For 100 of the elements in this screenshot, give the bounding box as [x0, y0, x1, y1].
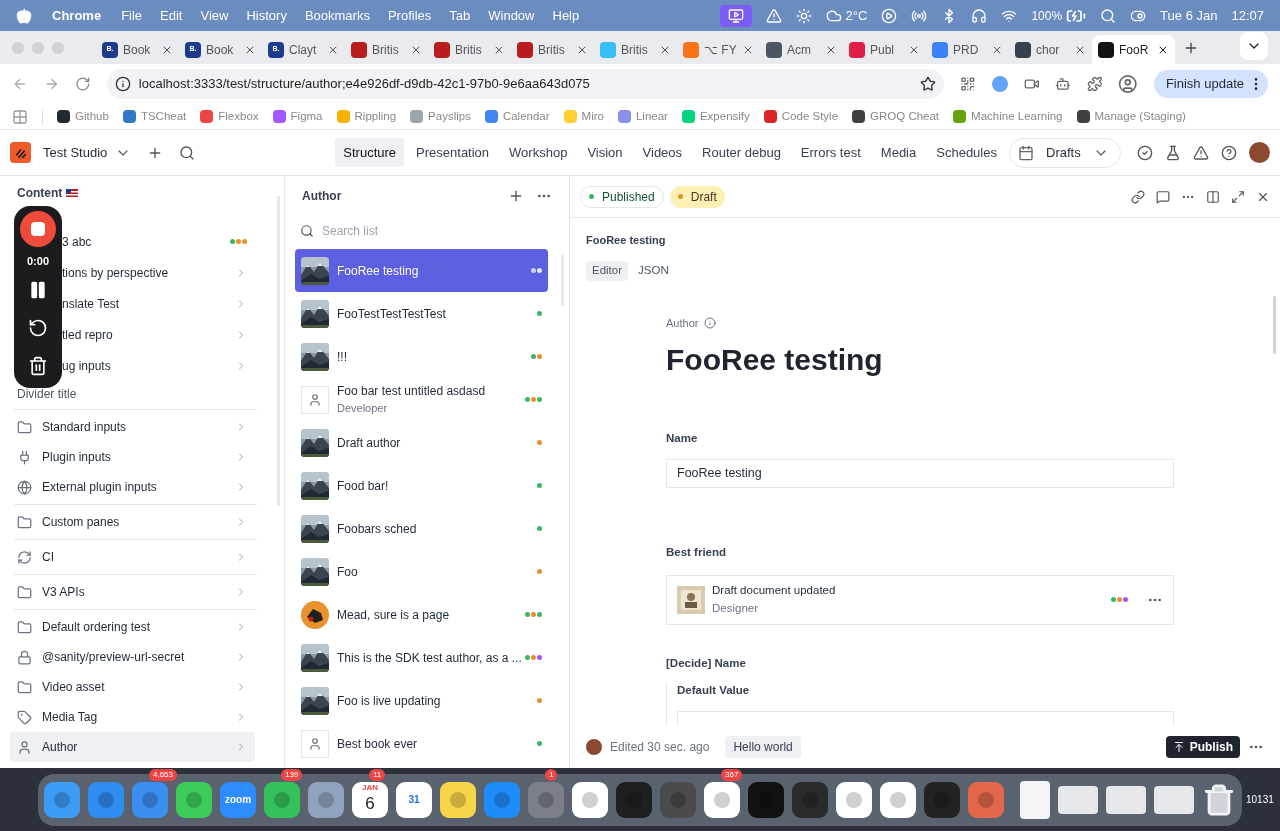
sidebar-item[interactable]: tions by perspective [62, 257, 255, 288]
list-item[interactable]: Mead, sure is a page [295, 593, 548, 636]
item-title: Foobars sched [337, 520, 418, 538]
browser-tab[interactable]: Britis [345, 35, 428, 64]
view-tab[interactable]: Editor [586, 260, 629, 281]
bookmark[interactable]: Manage (Staging) [1076, 107, 1186, 126]
browser-tab[interactable]: PRD [926, 35, 1009, 64]
bookmark[interactable]: Machine Learning [953, 107, 1063, 126]
sidebar-item[interactable]: V3 APIs [10, 577, 255, 607]
item-title: Foo bar test untitled asdasd [337, 383, 487, 401]
list-item[interactable]: Foo is live updating [295, 679, 548, 722]
bookmark[interactable]: Expensify [681, 107, 750, 126]
tab-title: Clayt [289, 41, 317, 59]
list-item[interactable]: Foo [295, 550, 548, 593]
address-bar[interactable]: localhost:3333/test/structure/author;e4e926df-d9db-42c1-97b0-9e6aa643d075 [106, 69, 945, 99]
sidebar-item[interactable]: Video asset [10, 672, 255, 702]
sidebar-item[interactable]: Default ordering test [10, 612, 255, 642]
sidebar-item[interactable]: 3 abc [62, 226, 255, 257]
nav-tab[interactable]: Schedules [928, 137, 1005, 168]
list-item[interactable]: Best book ever [295, 722, 548, 765]
bookmark[interactable]: TSCheat [122, 107, 187, 126]
divider-title: Divider title [16, 386, 78, 403]
nav-tab[interactable]: Errors test [792, 137, 869, 168]
tab-title: Book [123, 41, 151, 59]
bookmark-label: Payslips [428, 108, 471, 124]
sidebar-item[interactable]: Plugin inputs [10, 442, 255, 472]
bookmark[interactable]: GROQ Cheat [852, 107, 940, 126]
notification-badge: 1 [545, 768, 558, 781]
workspace-menu[interactable]: Test Studio [43, 142, 132, 163]
tab-title: ⌥ FY [704, 41, 737, 59]
field-label: Name [666, 431, 699, 446]
sidebar-item[interactable]: External plugin inputs [10, 472, 255, 502]
list-item[interactable]: Foobars sched [295, 507, 548, 550]
tab-title: Britis [621, 41, 648, 59]
list-item[interactable]: FooRee testing [295, 249, 548, 292]
tab-title: chor [1036, 41, 1060, 59]
browser-tab[interactable]: chor [1009, 35, 1092, 64]
document-type: Author [666, 315, 699, 331]
sidebar-item[interactable]: Author [10, 732, 255, 762]
sidebar-item[interactable]: tled repro [62, 319, 255, 350]
bookmark-label: Machine Learning [971, 108, 1063, 124]
browser-tab[interactable]: Acm [760, 35, 843, 64]
finish-update-button[interactable]: Finish update [1153, 70, 1268, 98]
view-tab[interactable]: JSON [632, 260, 675, 281]
browser-tab[interactable]: Britis [594, 35, 677, 64]
item-title: Draft author [337, 434, 402, 452]
nav-tab[interactable]: Media [872, 137, 925, 168]
sidebar-item[interactable]: nslate Test [62, 288, 255, 319]
sidebar-item[interactable]: Custom panes [10, 507, 255, 537]
nav-tab[interactable]: Structure [335, 137, 405, 168]
browser-tab[interactable]: Publ [843, 35, 926, 64]
search-input[interactable]: Search list [322, 222, 554, 240]
bookmark[interactable]: Miro [563, 107, 604, 126]
bookmark[interactable]: Figma [272, 107, 323, 126]
bookmark[interactable]: Linear [617, 107, 668, 126]
list-item[interactable]: Food bar! [295, 464, 548, 507]
list-item[interactable]: FooTestTestTestTest [295, 292, 548, 335]
sidebar-item[interactable]: CI [10, 542, 255, 572]
list-item[interactable]: Foo bar test untitled asdasd Developer [295, 378, 548, 421]
nav-tab[interactable]: Workshop [501, 137, 576, 168]
bookmark[interactable]: Rippling [336, 107, 397, 126]
browser-tab[interactable]: FooR [1092, 35, 1175, 64]
url-text: localhost:3333/test/structure/author;e4e926df-d9db-42c1-97b0-9e6aa643d075 [138, 75, 591, 94]
bookmark[interactable]: Calendar [484, 107, 550, 126]
browser-tab[interactable]: Britis [511, 35, 594, 64]
text-field[interactable]: FooRee testing [666, 459, 1174, 489]
bookmark[interactable]: Code Style [763, 107, 839, 126]
list-item[interactable]: !!! [295, 335, 548, 378]
nav-tab[interactable]: Router debug [694, 137, 789, 168]
item-title: Mead, sure is a page [337, 606, 451, 624]
calendar-app[interactable]: JAN 6 [352, 781, 388, 818]
version-chip[interactable]: Draft [669, 185, 725, 208]
sidebar-item[interactable]: Media Tag [10, 702, 255, 732]
sidebar-item[interactable]: ug inputs [62, 350, 255, 381]
recording-timer: 0:00 [27, 254, 49, 269]
reference-card[interactable]: Draft document updated Designer [666, 574, 1174, 625]
field-label: Default Value [677, 682, 751, 698]
browser-tab[interactable]: ⌥ FY [677, 35, 760, 64]
list-item[interactable]: Draft author [295, 421, 548, 464]
item-title: Foo is live updating [337, 692, 442, 710]
notification-badge: 11 [369, 768, 386, 781]
publish-button[interactable]: Publish [1165, 736, 1240, 758]
reference-subtitle: Designer [712, 600, 760, 616]
release-tag[interactable]: Hello world [725, 736, 801, 758]
tab-title: Acm [787, 41, 811, 59]
document-heading: FooRee testing [666, 342, 884, 378]
nav-tab[interactable]: Presentation [408, 137, 498, 168]
bookmark-label: TSCheat [140, 108, 187, 124]
bookmark[interactable]: Flexbox [200, 107, 259, 126]
bookmark[interactable]: Payslips [410, 107, 471, 126]
list-item[interactable]: This is the SDK test author, as a ... [295, 636, 548, 679]
sidebar-item[interactable]: @sanity/preview-url-secret [10, 642, 255, 672]
notification-badge: 139 [281, 768, 303, 781]
bookmark[interactable]: Github [57, 107, 109, 126]
nav-tab[interactable]: Videos [634, 137, 691, 168]
app-icon[interactable]: 31 [396, 781, 432, 818]
bookmark-label: Calendar [502, 108, 550, 124]
sidebar-item[interactable]: Standard inputs [10, 412, 255, 442]
browser-tab[interactable]: Britis [428, 35, 511, 64]
nav-tab[interactable]: Vision [579, 137, 631, 168]
